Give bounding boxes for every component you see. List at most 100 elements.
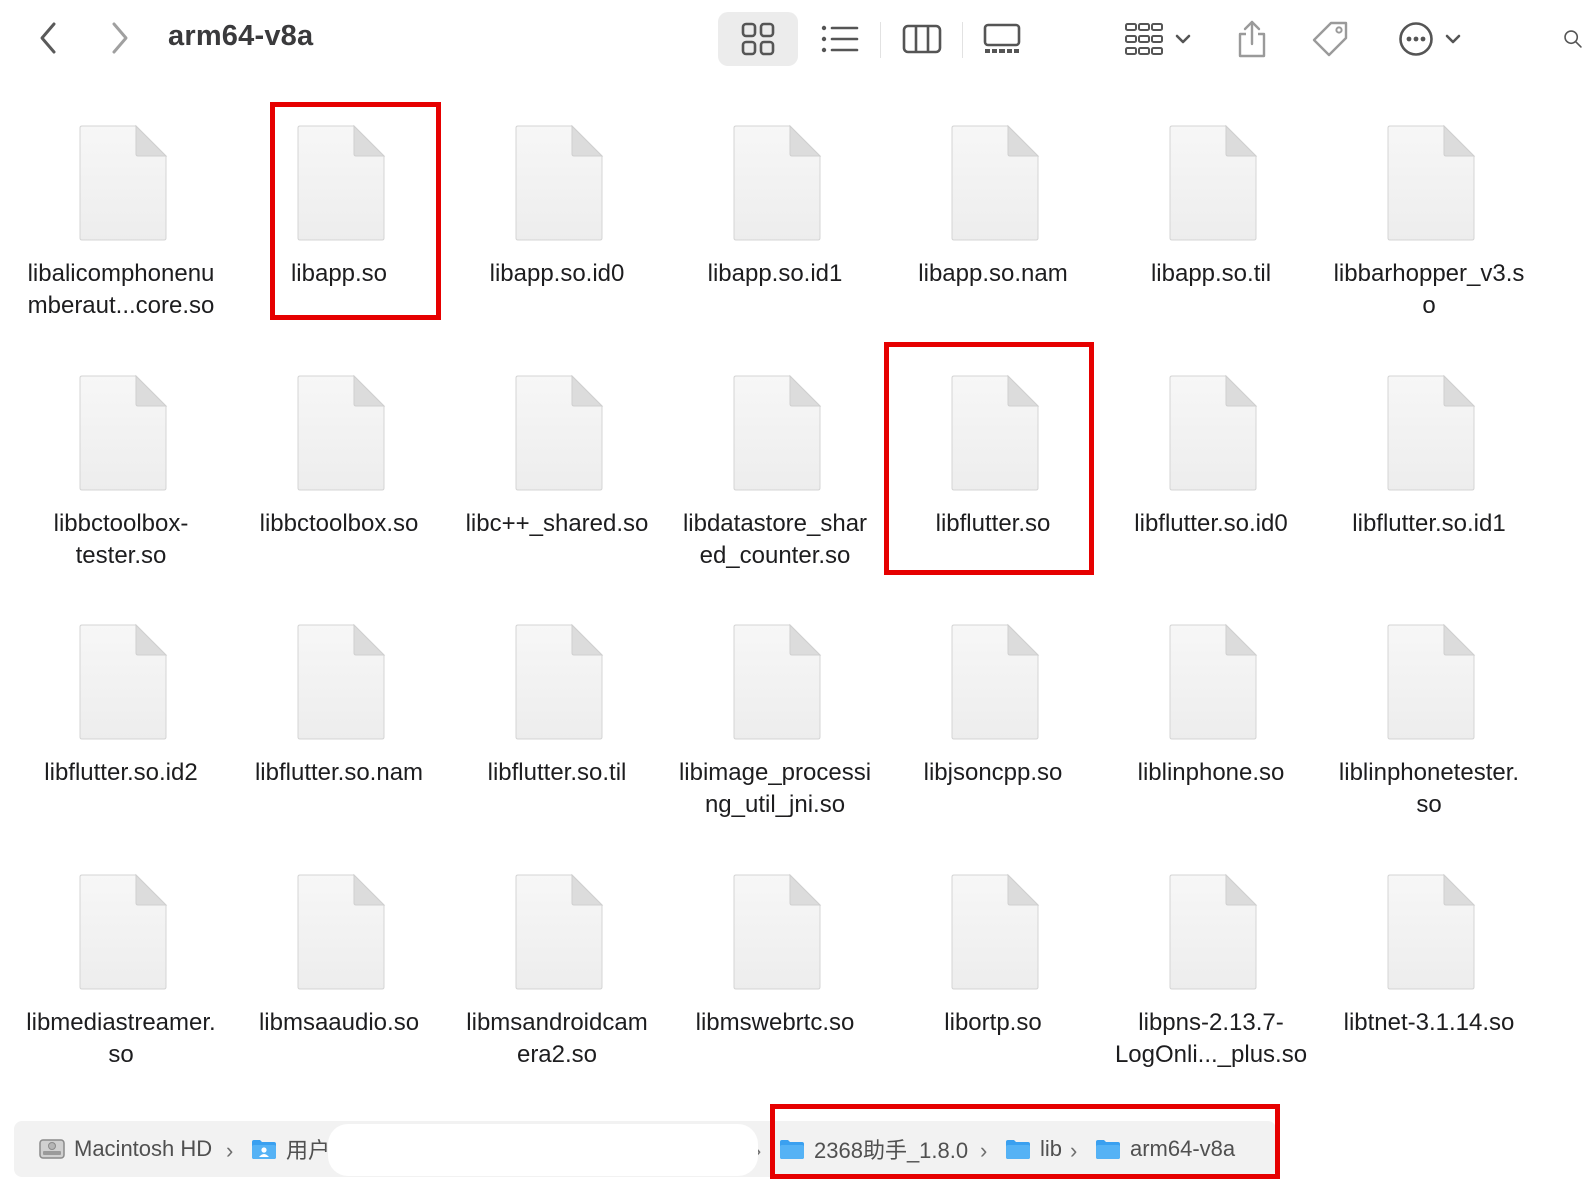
document-icon (733, 623, 822, 740)
path-separator: › (226, 1138, 234, 1163)
file-name: libflutter.so (884, 508, 1102, 540)
file-item[interactable]: libapp.so (230, 118, 448, 348)
file-item[interactable]: libapp.so.id0 (448, 118, 666, 348)
file-name: libmswebrtc.so (666, 1007, 884, 1039)
file-item[interactable]: libmswebrtc.so (666, 867, 884, 1097)
document-icon (79, 623, 168, 740)
path-item-users[interactable]: 用户 (250, 1121, 330, 1177)
file-name-line: libmsaaudio.so (258, 1008, 420, 1036)
path-item-project[interactable]: 2368助手_1.8.0 (778, 1121, 968, 1177)
search-button[interactable] (1548, 12, 1584, 66)
document-icon (1387, 623, 1476, 740)
file-name: libc++_shared.so (448, 508, 666, 540)
path-separator: › (1070, 1138, 1078, 1163)
file-name-line: tester.so (75, 541, 167, 569)
document-icon (1169, 124, 1258, 241)
file-item[interactable]: libapp.so.nam (884, 118, 1102, 348)
folder-icon (1096, 1140, 1120, 1159)
document-icon (79, 374, 168, 490)
icon-view-button[interactable] (718, 12, 798, 66)
document-icon (951, 623, 1040, 740)
list-view-icon (821, 25, 859, 53)
file-item[interactable]: libflutter.so.id0 (1102, 368, 1320, 598)
file-name: libdatastore_shar ed_counter.so (666, 508, 884, 572)
list-view-button[interactable] (808, 12, 872, 66)
share-button[interactable] (1226, 12, 1278, 66)
file-item[interactable]: libbctoolbox.so (230, 368, 448, 598)
window-title: arm64-v8a (168, 20, 314, 52)
file-name-line: libdatastore_shar (682, 509, 868, 537)
file-item[interactable]: libalicomphonenu mberaut...core.so (12, 118, 230, 348)
back-button[interactable] (28, 18, 68, 58)
file-item[interactable]: libflutter.so (884, 368, 1102, 598)
file-name-line: libflutter.so.til (487, 759, 627, 786)
file-name-line: libbctoolbox- (53, 509, 189, 537)
path-item-label: lib (1040, 1136, 1063, 1161)
path-item-lib[interactable]: lib (1004, 1121, 1062, 1177)
file-name-line: mberaut...core.so (27, 292, 215, 319)
file-item[interactable]: libortp.so (884, 867, 1102, 1097)
file-name-line: libbarhopper_v3.s (1333, 260, 1525, 287)
group-by-button[interactable] (1118, 12, 1198, 66)
file-item[interactable]: libflutter.so.id1 (1320, 368, 1538, 598)
forward-button[interactable] (100, 18, 140, 58)
file-name-line: libortp.so (944, 1008, 1042, 1036)
document-icon (951, 374, 1040, 490)
document-icon (1169, 873, 1258, 989)
file-item[interactable]: libc++_shared.so (448, 368, 666, 598)
file-item[interactable]: libbctoolbox-tester.so (12, 368, 230, 598)
document-icon (733, 873, 822, 989)
file-item[interactable]: libdatastore_shar ed_counter.so (666, 368, 884, 598)
file-name: libapp.so (230, 258, 448, 290)
file-name: libflutter.so.id0 (1102, 508, 1320, 540)
file-item[interactable]: libjsoncpp.so (884, 617, 1102, 847)
toolbar: arm64-v8a (0, 0, 1584, 80)
file-item[interactable]: libpns-2.13.7- LogOnli..._plus.so (1102, 867, 1320, 1097)
path-item-arm64-v8a[interactable]: arm64-v8a (1094, 1121, 1235, 1177)
tag-button[interactable] (1304, 12, 1356, 66)
file-item[interactable]: libapp.so.til (1102, 118, 1320, 348)
file-name: libmediastreamer. so (12, 1007, 230, 1071)
document-icon (515, 873, 604, 989)
file-name: libflutter.so.id1 (1320, 508, 1538, 540)
file-item[interactable]: libflutter.so.til (448, 617, 666, 847)
file-item[interactable]: libmsaaudio.so (230, 867, 448, 1097)
file-name-line: LogOnli..._plus.so (1114, 1040, 1308, 1068)
tag-icon (1312, 21, 1348, 57)
file-item[interactable]: libapp.so.id1 (666, 118, 884, 348)
file-name-line: liblinphone.so (1137, 759, 1285, 786)
file-item[interactable]: liblinphone.so (1102, 617, 1320, 847)
file-item[interactable]: libmsandroidcam era2.so (448, 867, 666, 1097)
file-name-line: so (1416, 791, 1442, 818)
file-item[interactable]: libmediastreamer. so (12, 867, 230, 1097)
file-name-line: libflutter.so (935, 509, 1051, 537)
document-icon (515, 374, 604, 490)
gallery-view-button[interactable] (970, 12, 1034, 66)
search-icon (1564, 30, 1582, 48)
document-icon (297, 124, 386, 241)
file-name-line: libflutter.so.nam (254, 759, 424, 786)
path-item-macintosh-hd[interactable]: Macintosh HD (38, 1121, 212, 1177)
file-item[interactable]: libimage_processi ng_util_jni.so (666, 617, 884, 847)
file-name-line: liblinphonetester. (1338, 759, 1520, 786)
chevron-down-icon (1175, 34, 1191, 44)
file-name-line: libpns-2.13.7- (1138, 1008, 1284, 1036)
file-name: libbctoolbox.so (230, 508, 448, 540)
file-name: libapp.so.id1 (666, 258, 884, 290)
share-icon (1238, 20, 1266, 58)
column-view-button[interactable] (890, 12, 954, 66)
more-actions-button[interactable] (1390, 12, 1470, 66)
document-icon (951, 124, 1040, 241)
file-item[interactable]: libflutter.so.id2 (12, 617, 230, 847)
chevron-left-icon (40, 22, 56, 54)
file-item[interactable]: libflutter.so.nam (230, 617, 448, 847)
file-name: libapp.so.id0 (448, 258, 666, 290)
file-name: libbarhopper_v3.s o (1320, 258, 1538, 322)
file-item[interactable]: libtnet-3.1.14.so (1320, 867, 1538, 1097)
file-item[interactable]: liblinphonetester. so (1320, 617, 1538, 847)
file-name-line: libbctoolbox.so (259, 509, 419, 537)
redacted-region (328, 1124, 758, 1176)
document-icon (733, 374, 822, 490)
file-item[interactable]: libbarhopper_v3.s o (1320, 118, 1538, 348)
toolbar-divider (880, 22, 881, 58)
